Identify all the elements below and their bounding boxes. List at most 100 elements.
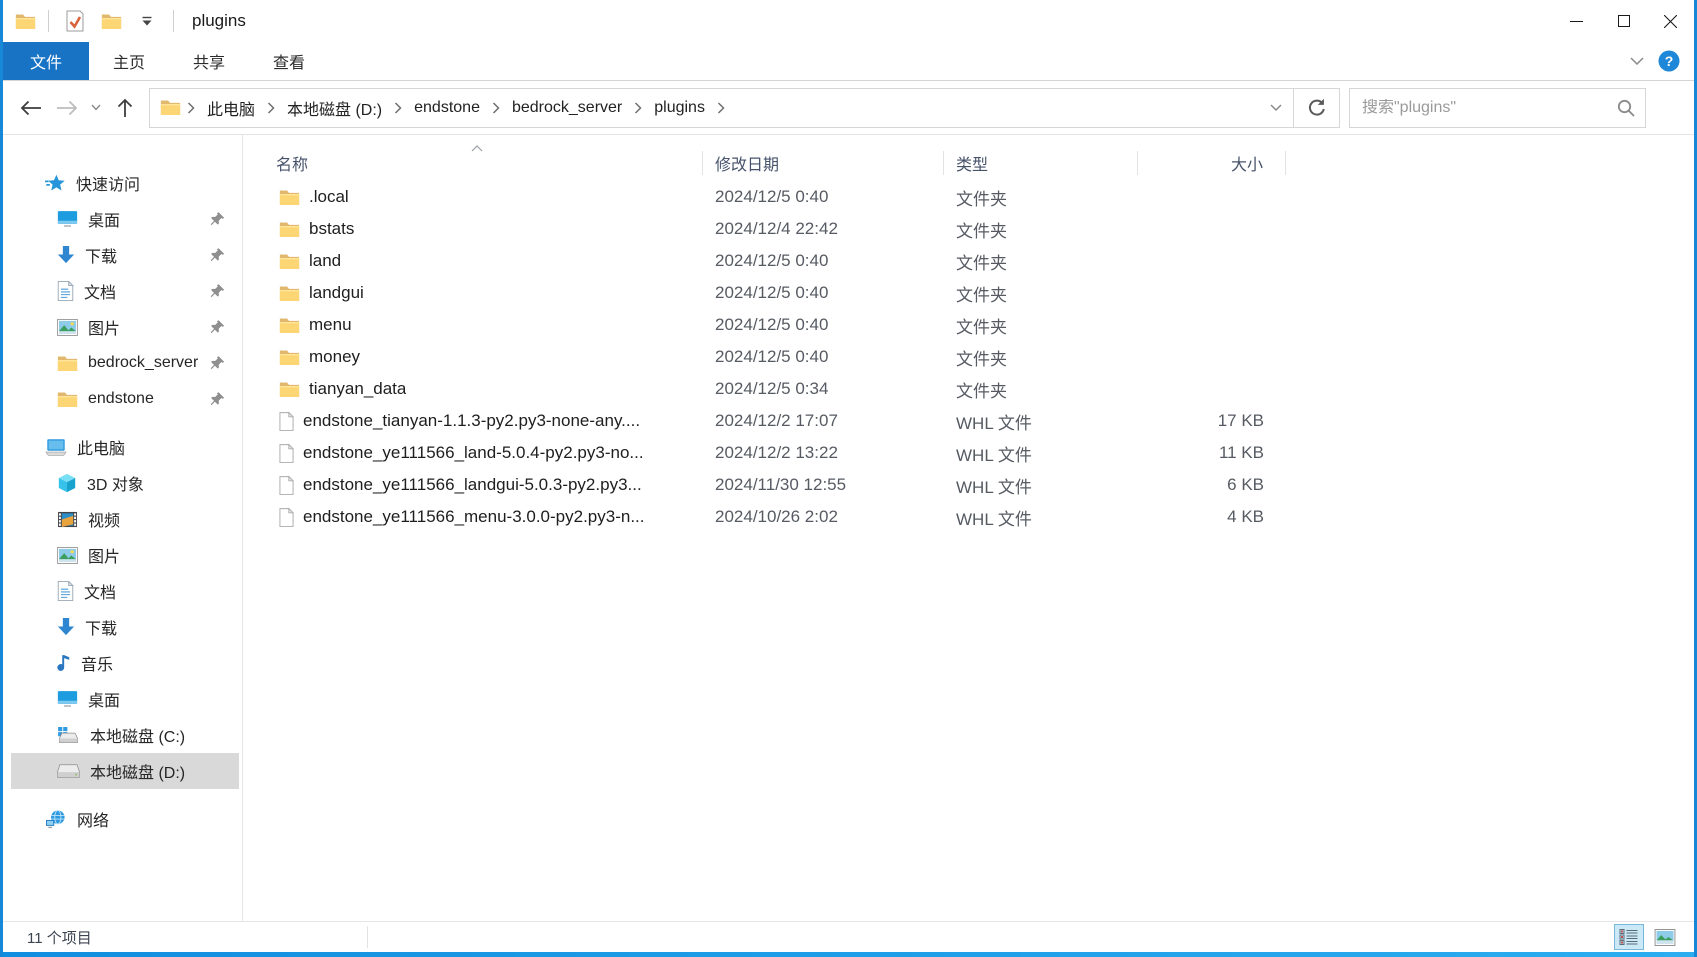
tab-共享[interactable]: 共享 xyxy=(169,42,249,80)
sidebar-group: 快速访问桌面下载文档图片bedrock_serverendstone xyxy=(3,165,242,417)
document-icon xyxy=(57,281,74,301)
sidebar-item-文档[interactable]: 文档 xyxy=(3,573,239,609)
sidebar-item-label: 图片 xyxy=(88,543,120,567)
file-name: .local xyxy=(309,187,349,207)
sidebar-item-下载[interactable]: 下载 xyxy=(3,237,239,273)
up-icon[interactable] xyxy=(107,90,143,126)
column-header-row: 名称修改日期类型大小 xyxy=(243,145,1694,181)
sidebar-item-3D 对象[interactable]: 3D 对象 xyxy=(3,465,239,501)
file-date: 2024/12/5 0:40 xyxy=(703,347,944,367)
breadcrumb-separator-chevron-icon[interactable] xyxy=(392,89,404,127)
window-controls xyxy=(1553,0,1694,42)
file-row[interactable]: endstone_ye111566_land-5.0.4-py2.py3-no.… xyxy=(243,437,1694,469)
breadcrumb-item[interactable]: 本地磁盘 (D:) xyxy=(277,89,392,127)
address-bar[interactable]: 此电脑本地磁盘 (D:) endstone bedrock_server plugin… xyxy=(149,88,1294,128)
item-count: 11 个项目 xyxy=(3,927,92,948)
file-type: WHL 文件 xyxy=(944,409,1138,434)
quick-access-icon xyxy=(45,173,66,194)
sidebar-item-视频[interactable]: 视频 xyxy=(3,501,239,537)
sidebar-item-音乐[interactable]: 音乐 xyxy=(3,645,239,681)
file-type: WHL 文件 xyxy=(944,441,1138,466)
sidebar-item-label: 本地磁盘 (C:) xyxy=(90,723,185,747)
view-toggles xyxy=(1614,924,1694,950)
collapse-ribbon-chevron-icon[interactable] xyxy=(1630,57,1644,65)
breadcrumb-separator-chevron-icon[interactable] xyxy=(185,89,197,127)
thumbnail-view-icon[interactable] xyxy=(1650,924,1680,950)
sidebar-group-此电脑[interactable]: 此电脑 xyxy=(3,429,239,465)
file-name: land xyxy=(309,251,341,271)
file-row[interactable]: endstone_ye111566_landgui-5.0.3-py2.py3.… xyxy=(243,469,1694,501)
minimize-button[interactable] xyxy=(1553,0,1600,42)
file-name: endstone_tianyan-1.1.3-py2.py3-none-any.… xyxy=(303,411,640,431)
search-input[interactable] xyxy=(1350,99,1617,117)
file-date: 2024/12/4 22:42 xyxy=(703,219,944,239)
tab-file[interactable]: 文件 xyxy=(3,42,89,80)
file-row[interactable]: landgui2024/12/5 0:40文件夹 xyxy=(243,277,1694,309)
file-name: landgui xyxy=(309,283,364,303)
file-row[interactable]: endstone_tianyan-1.1.3-py2.py3-none-any.… xyxy=(243,405,1694,437)
column-header-大小[interactable]: 大小 xyxy=(1138,151,1286,175)
breadcrumb-separator-chevron-icon[interactable] xyxy=(490,89,502,127)
breadcrumb-item[interactable]: bedrock_server xyxy=(502,89,632,127)
sidebar-item-文档[interactable]: 文档 xyxy=(3,273,239,309)
recent-locations-chevron-icon[interactable] xyxy=(85,90,107,126)
address-dropdown-chevron-icon[interactable] xyxy=(1265,90,1287,126)
file-size: 6 KB xyxy=(1138,475,1286,495)
file-row[interactable]: .local2024/12/5 0:40文件夹 xyxy=(243,181,1694,213)
maximize-button[interactable] xyxy=(1600,0,1647,42)
breadcrumb-item[interactable]: endstone xyxy=(404,89,490,127)
titlebar-separator xyxy=(173,10,174,32)
help-icon[interactable]: ? xyxy=(1658,50,1680,72)
file-date: 2024/12/5 0:34 xyxy=(703,379,944,399)
column-header-类型[interactable]: 类型 xyxy=(944,151,1138,175)
file-name: tianyan_data xyxy=(309,379,406,399)
file-row[interactable]: menu2024/12/5 0:40文件夹 xyxy=(243,309,1694,341)
sidebar-item-桌面[interactable]: 桌面 xyxy=(3,681,239,717)
ribbon-right: ? xyxy=(1630,42,1694,80)
sidebar-group-label: 此电脑 xyxy=(77,435,125,459)
pin-icon xyxy=(210,284,225,299)
file-icon xyxy=(279,476,294,495)
tab-查看[interactable]: 查看 xyxy=(249,42,329,80)
file-date: 2024/12/5 0:40 xyxy=(703,187,944,207)
breadcrumb-item[interactable]: 此电脑 xyxy=(197,89,265,127)
explorer-app-icon[interactable] xyxy=(15,13,36,30)
folder-icon xyxy=(57,355,78,372)
refresh-icon[interactable] xyxy=(1294,88,1340,128)
sidebar-group-label: 快速访问 xyxy=(76,171,140,195)
sidebar-group: 此电脑 3D 对象视频图片文档下载音乐桌面本地磁盘 (C:) 本地磁盘 (D:) xyxy=(3,429,242,789)
file-row[interactable]: bstats2024/12/4 22:42文件夹 xyxy=(243,213,1694,245)
forward-icon[interactable] xyxy=(49,90,85,126)
file-row[interactable]: endstone_ye111566_menu-3.0.0-py2.py3-n..… xyxy=(243,501,1694,533)
sidebar-item-桌面[interactable]: 桌面 xyxy=(3,201,239,237)
sidebar-item-endstone[interactable]: endstone xyxy=(3,381,239,417)
quick-access-folder-icon[interactable] xyxy=(97,7,125,35)
sidebar-item-bedrock_server[interactable]: bedrock_server xyxy=(3,345,239,381)
sidebar-item-图片[interactable]: 图片 xyxy=(3,537,239,573)
customize-toolbar-dropdown-icon[interactable] xyxy=(133,7,161,35)
search-icon[interactable] xyxy=(1617,99,1645,117)
breadcrumb-separator-chevron-icon[interactable] xyxy=(715,89,727,127)
video-icon xyxy=(57,511,78,528)
file-date: 2024/12/2 17:07 xyxy=(703,411,944,431)
column-header-修改日期[interactable]: 修改日期 xyxy=(703,151,944,175)
sidebar-item-图片[interactable]: 图片 xyxy=(3,309,239,345)
breadcrumb-item[interactable]: plugins xyxy=(644,89,715,127)
sidebar-group-快速访问[interactable]: 快速访问 xyxy=(3,165,239,201)
sidebar-item-本地磁盘 (C:)[interactable]: 本地磁盘 (C:) xyxy=(3,717,239,753)
file-row[interactable]: tianyan_data2024/12/5 0:34文件夹 xyxy=(243,373,1694,405)
tab-主页[interactable]: 主页 xyxy=(89,42,169,80)
sidebar-group-网络[interactable]: 网络 xyxy=(3,801,239,837)
file-row[interactable]: land2024/12/5 0:40文件夹 xyxy=(243,245,1694,277)
download-icon xyxy=(57,617,75,637)
breadcrumb-separator-chevron-icon[interactable] xyxy=(632,89,644,127)
quick-access-check-document-icon[interactable] xyxy=(61,7,89,35)
file-row[interactable]: money2024/12/5 0:40文件夹 xyxy=(243,341,1694,373)
status-bar: 11 个项目 xyxy=(3,921,1694,952)
details-view-icon[interactable] xyxy=(1614,924,1644,950)
breadcrumb-separator-chevron-icon[interactable] xyxy=(265,89,277,127)
sidebar-item-本地磁盘 (D:)[interactable]: 本地磁盘 (D:) xyxy=(11,753,239,789)
sidebar-item-下载[interactable]: 下载 xyxy=(3,609,239,645)
back-icon[interactable] xyxy=(13,90,49,126)
close-button[interactable] xyxy=(1647,0,1694,42)
